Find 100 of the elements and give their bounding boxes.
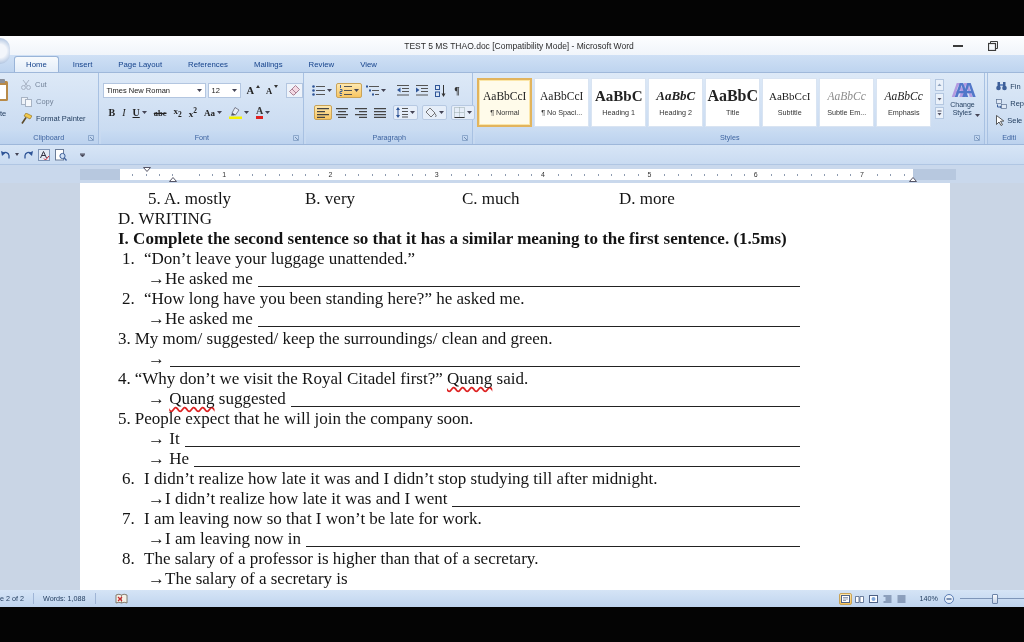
strikethrough-button[interactable]: abc [151,105,169,120]
zoom-out-icon[interactable] [944,593,954,604]
clipboard-icon [0,79,10,101]
minimize-icon[interactable] [953,44,963,47]
scroll-down-icon[interactable] [935,93,945,105]
caret-icon [467,111,473,114]
sentence-text: The salary of a professor is higher than that of a secretary. [144,549,539,569]
more-icon[interactable] [935,107,945,119]
answer-option: D. more [619,189,675,209]
item-number: 6. [121,469,136,489]
instruction-text: I. Complete the second sentence so that it has a similar meaning to the first sentence. (1.5ms) [118,229,787,248]
eraser-icon [289,85,301,96]
answer-prompt: → It [148,429,180,449]
fill-in-line[interactable] [184,444,800,447]
open-book-icon [854,594,864,603]
answer-prompt: → He [148,449,190,469]
slider-thumb[interactable] [992,593,999,604]
answer-prompt: →He asked me [148,309,253,329]
item-number: 8. [121,549,136,569]
window-title: TEST 5 MS THAO.doc [Compatibility Mode] - Microsoft Word [403,40,634,51]
underline-button[interactable]: U [130,105,149,120]
copy-icon [21,96,32,107]
item-number: 2. [121,289,136,309]
answer-prompt: →The salary of a secretary is [148,569,348,589]
fill-in-line[interactable] [170,364,800,367]
sentence-text: “Don’t leave your luggage unattended.” [144,249,416,269]
bold-button[interactable]: B [106,105,118,120]
align-right-icon [355,107,368,118]
paint-bucket-icon [425,107,438,118]
page-layout-icon [840,594,850,603]
subscript-button[interactable]: x$_{2}$ [171,105,184,120]
caret-icon [244,111,249,114]
font-color-button[interactable]: A [254,105,273,120]
fill-in-line[interactable] [305,544,800,547]
caret-icon [217,111,222,114]
globe-page-icon [868,594,878,603]
fill-in-line[interactable] [452,504,800,507]
indent-icon [416,85,429,96]
borders-icon [454,107,466,118]
change-case-button[interactable]: Aa [202,105,224,120]
shrink-font-button[interactable]: A [264,83,281,98]
grow-font-button[interactable]: A [244,83,263,98]
sentence-text: “Why don’t we visit the Royal Citadel first?” Quang said. [134,369,529,389]
sentence-text: “How long have you been standing here?” he asked me. [144,289,525,309]
clear-formatting-button[interactable] [286,83,304,98]
align-center-icon [336,107,349,118]
style-preview: AaBbCc [884,89,923,104]
highlight-button[interactable] [227,105,251,120]
restore-icon[interactable] [988,40,998,51]
caret-icon[interactable] [15,153,19,156]
caret-icon [381,89,387,92]
print-layout-button[interactable] [838,592,852,605]
draft-lines-icon [896,594,906,603]
binoculars-icon [996,82,1008,91]
style-preview: AaBbC [656,88,696,104]
italic-button[interactable]: I [120,105,128,120]
caret-icon [231,89,237,92]
section-heading: D. WRITING [118,209,213,228]
caret-up-icon [256,85,261,88]
show-marks-button[interactable]: ¶ [450,83,464,98]
fill-in-line[interactable] [257,284,800,287]
item-number: 5. [118,409,131,429]
answer-prompt: →I didn’t realize how late it was and I went [148,489,448,509]
caret-icon [265,111,271,114]
cursor-icon [996,115,1005,126]
style-preview: AaBbCc [827,89,866,104]
zoom-slider[interactable] [960,593,1024,604]
fill-in-line[interactable] [194,464,800,467]
align-left-button[interactable] [314,105,333,120]
superscript-button[interactable]: x$^{2}$ [186,105,199,120]
book-check-icon[interactable] [114,593,128,604]
first-line-indent-icon[interactable] [143,167,151,172]
bullet-list-icon [312,85,326,96]
undo-icon[interactable] [1,150,10,159]
shading-button[interactable] [422,105,448,120]
sentence-text: I am leaving now so that I won’t be late for work. [144,509,482,529]
customize-caret-icon[interactable] [80,152,85,157]
redo-icon[interactable] [24,150,33,159]
fill-in-line[interactable] [290,404,800,407]
line-spacing-button[interactable] [393,105,419,120]
item-number: 4. [118,369,131,389]
numbering-button[interactable] [336,83,363,98]
web-layout-button[interactable] [866,592,880,605]
caret-icon [327,89,333,92]
highlighter-icon [229,106,242,119]
caret-down-icon [274,85,279,88]
answer-prompt: → Quang suggested [148,389,286,409]
caret-icon [439,111,445,114]
numbered-list-icon [339,85,353,96]
print-preview-icon[interactable] [55,148,67,161]
spell-check-icon[interactable] [38,148,50,161]
align-left-icon [317,107,330,118]
answer-option: 5. A. mostly [148,189,232,209]
item-number: 3. [118,329,131,349]
borders-button[interactable] [451,105,476,120]
paintbrush-icon [21,113,32,124]
answer-option: B. very [305,189,356,209]
sentence-text: My mom/ suggested/ keep the surroundings/ clean and green. [134,329,553,349]
fill-in-line[interactable] [257,324,800,327]
answer-prompt: →I am leaving now in [148,529,301,549]
